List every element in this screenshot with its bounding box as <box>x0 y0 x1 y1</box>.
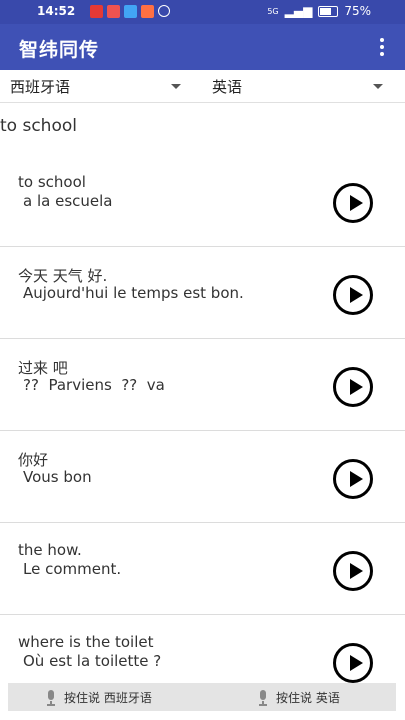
app-notification-icon <box>107 5 120 18</box>
source-text: 过来 吧 <box>18 359 68 377</box>
source-text: to school <box>18 173 86 191</box>
translated-text: ?? Parviens ?? va <box>23 376 165 394</box>
translation-list: to school a la escuela 今天 天气 好. Aujourd'… <box>0 155 405 706</box>
play-icon[interactable] <box>333 275 373 315</box>
signal-icon: ▂▄▆ <box>284 4 313 18</box>
battery-icon <box>318 5 339 17</box>
translated-text: a la escuela <box>23 192 113 210</box>
list-item: 过来 吧 ?? Parviens ?? va <box>0 339 405 431</box>
push-to-talk-bar: 按住说 西班牙语 按住说 英语 <box>8 683 396 711</box>
hold-to-speak-target-button[interactable]: 按住说 英语 <box>258 689 340 706</box>
play-icon[interactable] <box>333 367 373 407</box>
play-icon[interactable] <box>333 183 373 223</box>
source-language-select[interactable]: 西班牙语 <box>10 76 185 98</box>
notification-icons <box>90 5 170 18</box>
app-notification-icon <box>141 5 154 18</box>
translated-text: Le comment. <box>23 560 122 578</box>
translated-text: Où est la toilette ? <box>23 652 162 670</box>
language-selector-row: 西班牙语 英语 <box>0 70 405 103</box>
source-text: where is the toilet <box>18 633 154 651</box>
source-text: 你好 <box>18 451 49 469</box>
system-indicators: 5G ▂▄▆ 75% <box>267 4 371 18</box>
translated-text: Vous bon <box>23 468 92 486</box>
dropdown-arrow-icon <box>373 84 383 89</box>
status-time: 14:52 <box>37 4 76 18</box>
dropdown-arrow-icon <box>171 84 181 89</box>
list-item: 今天 天气 好. Aujourd'hui le temps est bon. <box>0 247 405 339</box>
eye-icon <box>158 5 170 17</box>
source-text: 今天 天气 好. <box>18 267 108 285</box>
status-bar: 14:52 5G ▂▄▆ 75% <box>0 0 405 24</box>
battery-level: 75% <box>344 4 371 18</box>
hold-to-speak-source-button[interactable]: 按住说 西班牙语 <box>46 689 152 706</box>
microphone-icon <box>258 689 268 706</box>
app-notification-icon <box>90 5 103 18</box>
microphone-icon <box>46 689 56 706</box>
play-icon[interactable] <box>333 459 373 499</box>
recognized-input-text: to school <box>0 116 77 136</box>
cloud-icon <box>124 5 137 18</box>
target-language-label: 英语 <box>212 78 243 96</box>
play-icon[interactable] <box>333 551 373 591</box>
more-vert-icon[interactable] <box>379 38 385 56</box>
source-text: the how. <box>18 541 82 559</box>
play-icon[interactable] <box>333 643 373 683</box>
translated-text: Aujourd'hui le temps est bon. <box>23 284 244 302</box>
list-item: the how. Le comment. <box>0 523 405 615</box>
app-bar: 智纬同传 <box>0 24 405 70</box>
source-language-label: 西班牙语 <box>10 78 71 96</box>
list-item: 你好 Vous bon <box>0 431 405 523</box>
app-title: 智纬同传 <box>19 39 100 61</box>
network-label: 5G <box>267 6 279 16</box>
hold-to-speak-target-label: 按住说 英语 <box>276 691 340 705</box>
list-item: to school a la escuela <box>0 155 405 247</box>
target-language-select[interactable]: 英语 <box>212 76 387 98</box>
hold-to-speak-source-label: 按住说 西班牙语 <box>64 691 152 705</box>
